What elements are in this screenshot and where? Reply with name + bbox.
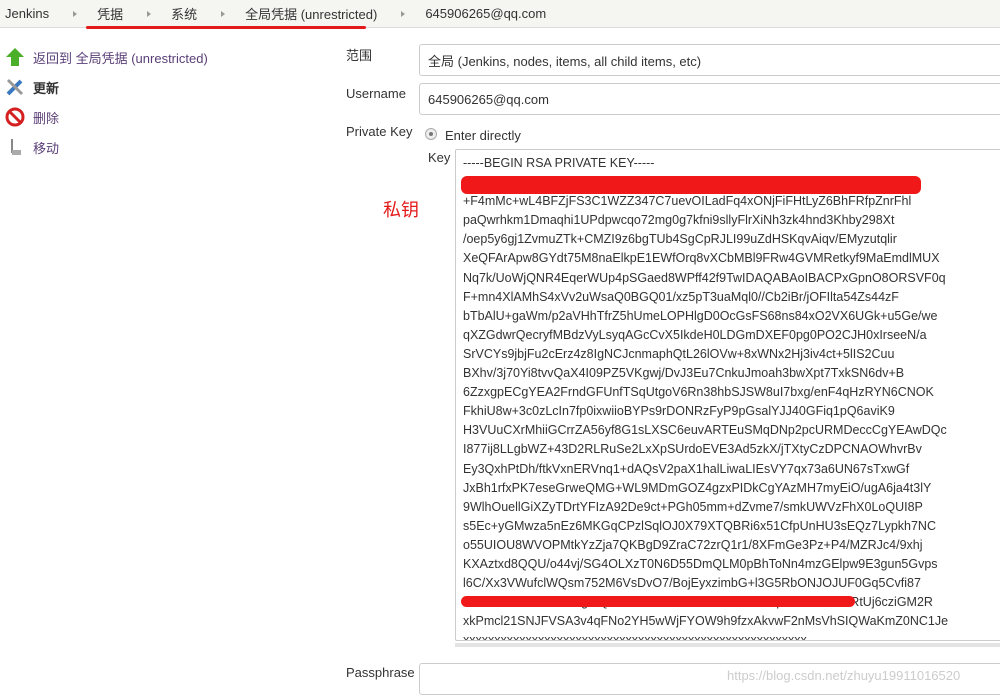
breadcrumb-system[interactable]: 系统 xyxy=(171,4,197,23)
breadcrumb-separator-icon xyxy=(221,10,226,17)
sidebar-item-label: 删除 xyxy=(33,110,60,126)
breadcrumb-separator-icon xyxy=(73,10,78,17)
breadcrumb-separator-icon xyxy=(147,10,152,17)
sidebar-item-label: 更新 xyxy=(33,80,60,96)
breadcrumb-credentials[interactable]: 凭据 xyxy=(97,4,123,23)
private-key-annotation: 私钥 xyxy=(383,200,419,220)
redaction-bar xyxy=(461,596,855,607)
passphrase-label: Passphrase xyxy=(346,665,415,680)
scope-label: 范围 xyxy=(346,48,373,63)
up-arrow-icon xyxy=(5,47,25,67)
enter-directly-radio[interactable] xyxy=(425,128,437,140)
breadcrumb-separator-icon xyxy=(401,10,406,17)
sidebar-item-label: 移动 xyxy=(33,140,60,156)
sidebar-item-back[interactable]: 返回到 全局凭据 (unrestricted) xyxy=(5,42,208,72)
enter-directly-label: Enter directly xyxy=(445,128,521,143)
tools-icon xyxy=(5,77,25,97)
redaction-bar xyxy=(461,176,921,194)
breadcrumb-credential[interactable]: 645906265@qq.com xyxy=(425,6,546,21)
sidebar-item-update[interactable]: 更新 xyxy=(5,72,208,102)
watermark: https://blog.csdn.net/zhuyu19911016520 xyxy=(727,668,961,683)
sidebar-item-delete[interactable]: 删除 xyxy=(5,102,208,132)
scope-select[interactable]: 全局 (Jenkins, nodes, items, all child ite… xyxy=(419,44,1000,76)
private-key-label: Private Key xyxy=(346,124,413,139)
username-input[interactable]: 645906265@qq.com xyxy=(419,83,1000,115)
move-icon xyxy=(5,137,25,157)
breadcrumb: Jenkins 凭据 系统 全局凭据 (unrestricted) 645906… xyxy=(0,0,1000,28)
breadcrumb-global-credentials[interactable]: 全局凭据 (unrestricted) xyxy=(245,4,377,23)
key-label: Key xyxy=(428,150,451,165)
key-textarea[interactable]: -----BEGIN RSA PRIVATE KEY----- MIIEpAIB… xyxy=(455,149,1000,641)
no-entry-icon xyxy=(5,107,25,127)
sidebar-item-move[interactable]: 移动 xyxy=(5,132,208,162)
username-label: Username xyxy=(346,86,406,101)
sidebar: 返回到 全局凭据 (unrestricted) 更新 删除 移动 xyxy=(5,42,208,162)
breadcrumb-jenkins[interactable]: Jenkins xyxy=(5,6,49,21)
textarea-resize-handle[interactable] xyxy=(455,643,1000,647)
red-underline-annotation xyxy=(86,26,366,29)
sidebar-item-label: 返回到 全局凭据 (unrestricted) xyxy=(33,50,208,66)
